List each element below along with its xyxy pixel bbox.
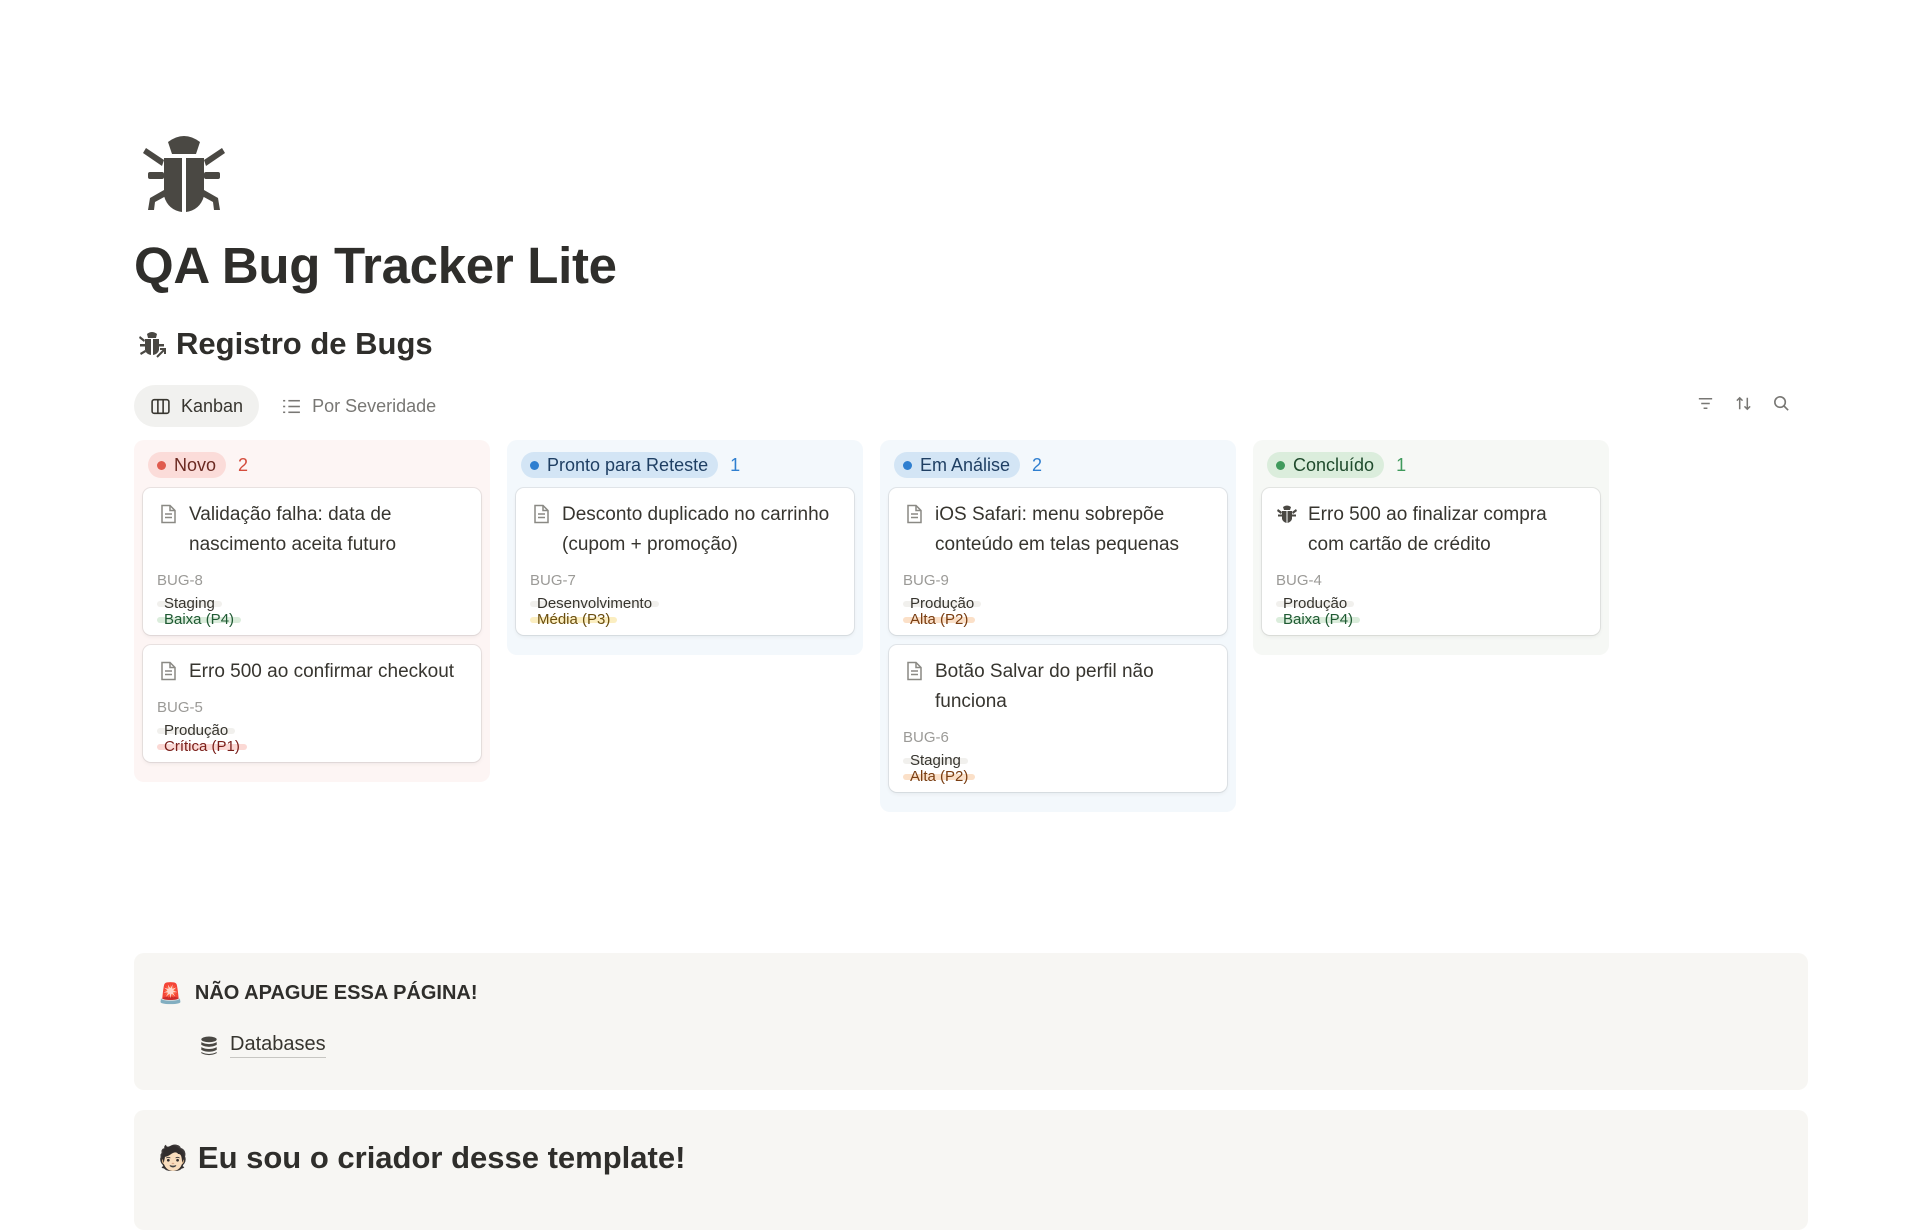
card-title: Desconto duplicado no carrinho (cupom + … <box>562 504 830 555</box>
status-pill: Pronto para Reteste <box>521 452 719 478</box>
filter-icon <box>1698 397 1712 409</box>
bug-id: BUG-4 <box>1276 572 1322 589</box>
tab-kanban[interactable]: Kanban <box>134 385 260 427</box>
list-icon <box>283 399 300 413</box>
severity-tag: Alta (P2) <box>903 612 976 627</box>
severity-tag: Baixa (P4) <box>157 612 242 627</box>
severity-tag: Alta (P2) <box>903 769 976 784</box>
siren-icon: 🚨 <box>158 983 183 1005</box>
column-count: 2 <box>238 454 249 475</box>
column-header[interactable]: Pronto para Reteste 1 <box>507 440 863 488</box>
filter-button[interactable] <box>1694 392 1716 414</box>
status-pill: Em Análise <box>894 452 1021 478</box>
column-count: 1 <box>730 454 741 475</box>
board-icon <box>151 398 170 414</box>
bug-card[interactable]: Erro 500 ao finalizar compra com cartão … <box>1262 488 1600 635</box>
card-title: Validação falha: data de nascimento acei… <box>189 504 397 555</box>
column-header[interactable]: Novo 2 <box>134 440 490 488</box>
search-button[interactable] <box>1770 392 1792 414</box>
bug-id: BUG-8 <box>157 572 203 589</box>
status-dot-icon <box>903 460 912 470</box>
status-label: Concluído <box>1293 454 1375 475</box>
status-dot-icon <box>157 460 166 470</box>
status-label: Pronto para Reteste <box>547 454 709 475</box>
bug-card[interactable]: Botão Salvar do perfil não funciona BUG-6… <box>889 645 1227 792</box>
kanban-column: Novo 2 Validação falha: data de nascimento… <box>134 440 490 782</box>
bug-card[interactable]: Desconto duplicado no carrinho (cupom + … <box>516 488 854 635</box>
status-dot-icon <box>1276 460 1285 470</box>
document-icon <box>530 503 552 525</box>
creator-text: Eu sou o criador desse template! <box>197 1140 686 1175</box>
tab-por-severidade-label: Por Severidade <box>312 395 437 416</box>
status-label: Novo <box>174 454 217 475</box>
card-title: Erro 500 ao confirmar checkout <box>189 661 455 682</box>
column-count: 1 <box>1396 454 1407 475</box>
tab-kanban-label: Kanban <box>181 395 244 416</box>
view-tabs: Kanban Por Severidade <box>134 385 452 427</box>
database-title-label: Registro de Bugs <box>176 326 433 361</box>
severity-tag: Crítica (P1) <box>157 739 247 754</box>
status-pill: Concluído <box>1267 452 1385 478</box>
document-icon <box>157 503 179 525</box>
column-header[interactable]: Concluído 1 <box>1253 440 1609 488</box>
document-icon <box>903 660 925 682</box>
creator-callout: 🧑🏻 Eu sou o criador desse template! <box>134 1110 1808 1230</box>
document-icon <box>903 503 925 525</box>
status-pill: Novo <box>148 452 227 478</box>
bug-icon <box>143 136 225 212</box>
page-title: QA Bug Tracker Lite <box>134 237 617 294</box>
database-title[interactable]: Registro de Bugs <box>138 326 433 362</box>
bug-card[interactable]: iOS Safari: menu sobrepõe conteúdo em te… <box>889 488 1227 635</box>
bug-id: BUG-5 <box>157 699 203 716</box>
card-title: iOS Safari: menu sobrepõe conteúdo em te… <box>935 504 1180 555</box>
bug-card[interactable]: Validação falha: data de nascimento acei… <box>143 488 481 635</box>
column-count: 2 <box>1032 454 1043 475</box>
card-title: Botão Salvar do perfil não funciona <box>935 661 1154 712</box>
warning-text: NÃO APAGUE ESSA PÁGINA! <box>194 982 478 1004</box>
person-icon: 🧑🏻 <box>158 1144 188 1172</box>
kanban-column: Concluído 1 Erro 500 ao finalizar compra c… <box>1253 440 1609 655</box>
search-icon <box>1773 395 1789 411</box>
status-label: Em Análise <box>920 454 1011 475</box>
database-toolbar <box>1694 392 1792 414</box>
bug-card[interactable]: Erro 500 ao confirmar checkout BUG-5 Produ… <box>143 645 481 762</box>
databases-link[interactable]: Databases <box>198 1033 326 1058</box>
column-header[interactable]: Em Análise 2 <box>880 440 1236 488</box>
bug-icon <box>1276 503 1298 525</box>
kanban-column: Em Análise 2 iOS Safari: menu sobrepõe con… <box>880 440 1236 812</box>
databases-link-label: Databases <box>230 1033 326 1058</box>
sort-icon <box>1735 396 1751 410</box>
status-dot-icon <box>530 460 539 470</box>
kanban-column: Pronto para Reteste 1 Desconto duplicado n… <box>507 440 863 655</box>
warning-callout: 🚨 NÃO APAGUE ESSA PÁGINA! Databases <box>134 953 1808 1090</box>
bug-id: BUG-6 <box>903 729 949 746</box>
bug-id: BUG-7 <box>530 572 576 589</box>
severity-tag: Média (P3) <box>530 612 618 627</box>
sort-button[interactable] <box>1732 392 1754 414</box>
bug-id: BUG-9 <box>903 572 949 589</box>
bug-link-icon <box>139 332 166 358</box>
severity-tag: Baixa (P4) <box>1276 612 1361 627</box>
card-title: Erro 500 ao finalizar compra com cartão … <box>1308 504 1547 555</box>
tab-por-severidade[interactable]: Por Severidade <box>265 385 452 427</box>
document-icon <box>157 660 179 682</box>
database-icon <box>201 1036 217 1055</box>
